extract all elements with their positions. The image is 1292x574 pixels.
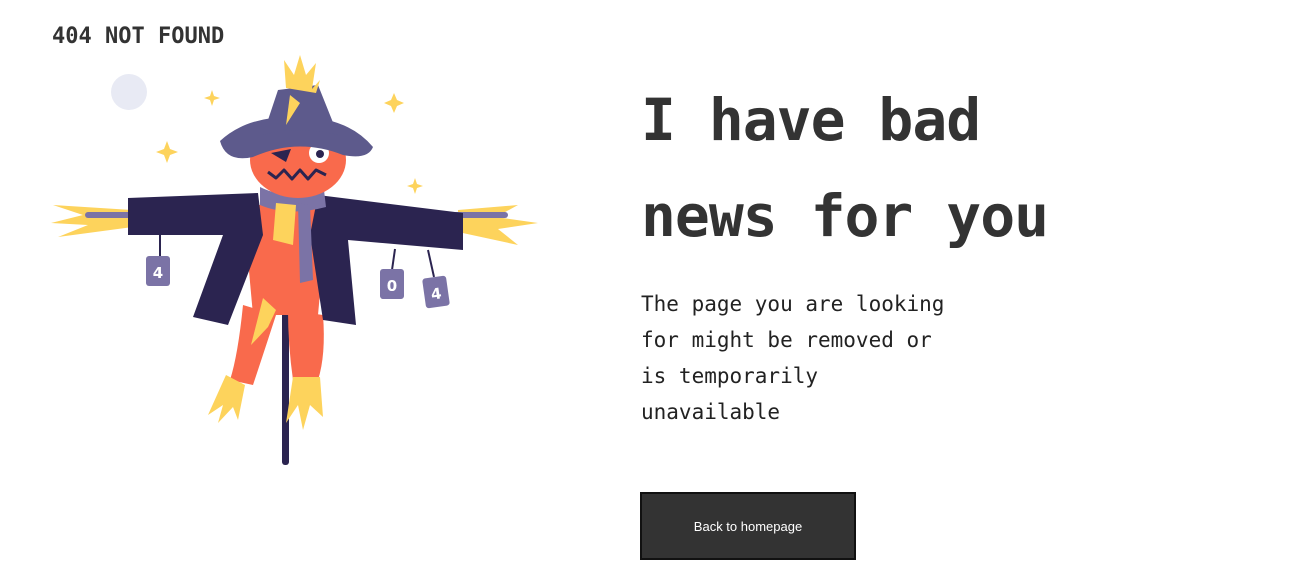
can-label: 4 (153, 264, 163, 282)
message-line: is temporarily (641, 364, 819, 388)
page-brand-title: 404 NOT FOUND (52, 24, 225, 49)
headline-line: I have bad (641, 86, 981, 154)
right-leg (288, 310, 324, 380)
headline: I have bad news for you (641, 72, 1201, 264)
scarecrow-illustration: 4 0 4 (51, 55, 538, 465)
pole (282, 293, 289, 465)
back-to-homepage-button[interactable]: Back to homepage (640, 492, 856, 560)
right-straw-hand (458, 205, 538, 245)
message-line: unavailable (641, 400, 781, 424)
headline-line: news for you (641, 182, 1049, 250)
left-straw-hand (51, 205, 133, 237)
can-label: 0 (387, 277, 397, 295)
message-line: for might be removed or (641, 328, 932, 352)
error-message: The page you are looking for might be re… (641, 286, 1021, 430)
message-line: The page you are looking (641, 292, 945, 316)
moon-icon (111, 74, 147, 110)
